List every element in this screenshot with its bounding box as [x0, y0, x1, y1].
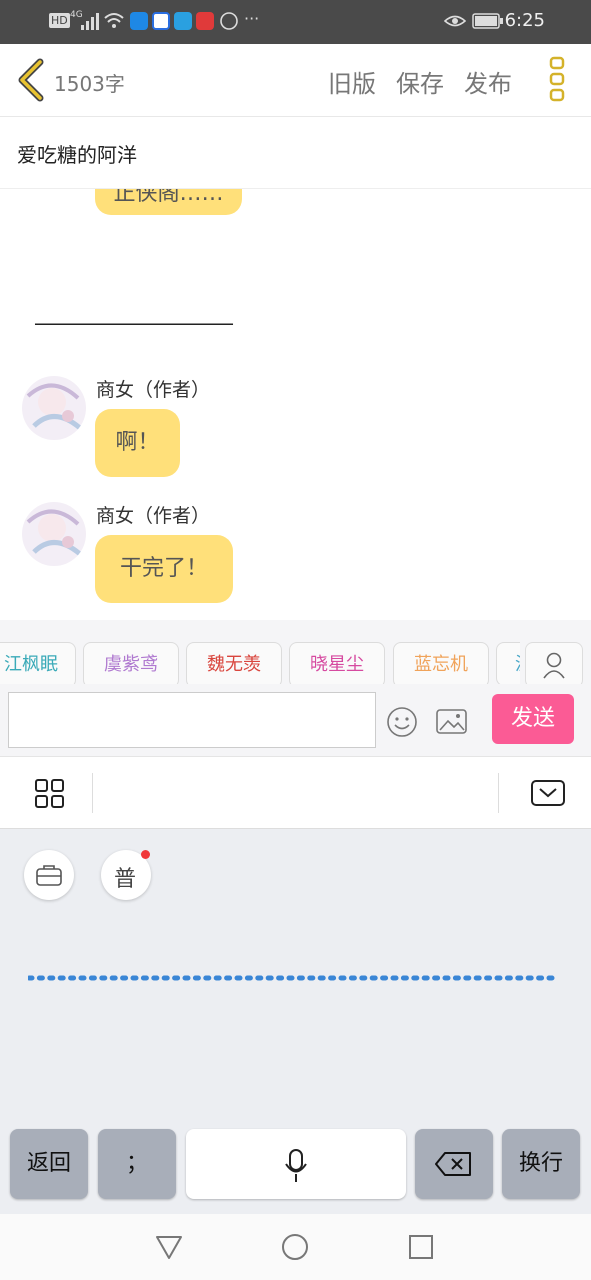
message-text: 正侠阁……	[113, 189, 224, 206]
app-c-icon	[196, 12, 214, 30]
character-chip[interactable]: 魏无羡	[186, 642, 282, 684]
chat-area[interactable]: 正侠阁…… ——————————— 商女（作者） 啊！ 商女（作者） 干完了！	[0, 189, 591, 620]
speaker-name: 商女（作者）	[96, 379, 211, 401]
emoji-icon[interactable]	[386, 706, 418, 738]
character-name: 虞紫鸢	[104, 654, 158, 675]
character-chip[interactable]: 晓星尘	[289, 642, 385, 684]
backspace-icon	[435, 1152, 471, 1176]
author-avatar[interactable]	[22, 502, 86, 566]
composer-row: 发送	[0, 684, 591, 757]
nav-recents-icon[interactable]	[408, 1234, 434, 1260]
message-text: 啊！	[115, 430, 160, 455]
character-manage-button[interactable]	[525, 642, 583, 688]
message-bubble[interactable]: 啊！	[95, 409, 180, 477]
character-chip-bar: 江枫眠 虞紫鸢 魏无羡 晓星尘 蓝忘机 温	[0, 620, 591, 684]
more-menu-icon[interactable]	[548, 56, 568, 104]
nav-back-icon[interactable]	[155, 1234, 183, 1260]
grid-menu-icon[interactable]	[34, 778, 66, 810]
speaker-name: 商女（作者）	[96, 505, 211, 527]
separator-line: ———————————	[34, 311, 234, 335]
delete-key[interactable]	[415, 1129, 493, 1199]
message-bubble[interactable]: 干完了！	[95, 535, 233, 603]
editor-header: 1503字 旧版 保存 发布	[0, 44, 591, 117]
story-title[interactable]: 爱吃糖的阿洋	[17, 139, 137, 168]
voice-waveform	[28, 975, 558, 981]
character-chip[interactable]: 江枫眠	[0, 642, 76, 684]
newline-key[interactable]: 换行	[502, 1129, 580, 1199]
microphone-icon	[285, 1149, 307, 1182]
character-chip-scroller[interactable]: 江枫眠 虞紫鸢 魏无羡 晓星尘 蓝忘机 温	[0, 620, 520, 684]
baidu-icon	[152, 12, 170, 30]
notification-dot	[141, 850, 150, 859]
character-name: 魏无羡	[207, 654, 261, 675]
divider	[92, 773, 93, 813]
briefcase-icon	[36, 865, 62, 886]
message-bubble[interactable]: 正侠阁……	[95, 189, 242, 215]
browser-icon	[174, 12, 192, 30]
save-button[interactable]: 保存	[396, 64, 444, 99]
character-name: 蓝忘机	[414, 654, 468, 675]
signal-icon	[81, 13, 99, 30]
voice-keyboard: 普 返回 ； 换行	[0, 829, 591, 1214]
nav-home-icon[interactable]	[281, 1233, 309, 1261]
back-chevron-icon[interactable]	[14, 58, 46, 102]
hand-icon	[220, 12, 238, 30]
character-name: 晓星尘	[310, 654, 364, 675]
status-bar: HD 4G ··· 6:25	[0, 0, 591, 44]
semicolon-key[interactable]: ；	[98, 1129, 176, 1199]
divider	[498, 773, 499, 813]
keyboard-toolbar	[0, 757, 591, 829]
toolbox-button[interactable]	[24, 850, 74, 900]
app-notification-icon	[130, 12, 148, 30]
clock: 6:25	[504, 10, 545, 31]
back-key[interactable]: 返回	[10, 1129, 88, 1199]
system-nav-bar	[0, 1214, 591, 1280]
wifi-icon	[104, 13, 124, 28]
character-chip[interactable]: 蓝忘机	[393, 642, 489, 684]
avatar-illustration	[22, 376, 86, 440]
word-count: 1503字	[54, 72, 125, 96]
story-title-row[interactable]: 爱吃糖的阿洋	[0, 117, 591, 189]
message-text: 干完了！	[119, 556, 208, 581]
voice-input-key[interactable]	[186, 1129, 406, 1199]
battery-icon	[472, 13, 503, 29]
send-button[interactable]: 发送	[492, 694, 574, 744]
publish-button[interactable]: 发布	[464, 64, 512, 99]
old-version-button[interactable]: 旧版	[328, 64, 376, 99]
hide-keyboard-icon[interactable]	[530, 779, 566, 807]
character-chip[interactable]: 虞紫鸢	[83, 642, 179, 684]
message-input[interactable]	[8, 692, 376, 748]
character-chip[interactable]: 温	[496, 642, 520, 684]
character-name: 江枫眠	[4, 654, 58, 675]
author-avatar[interactable]	[22, 376, 86, 440]
eye-comfort-icon	[444, 15, 466, 27]
mode-label: 普	[114, 867, 137, 892]
hd-indicator: HD	[49, 13, 70, 28]
more-notifications-icon: ···	[244, 9, 260, 28]
character-name: 温	[515, 654, 520, 675]
image-icon[interactable]	[435, 707, 469, 737]
person-icon	[543, 652, 565, 679]
avatar-illustration	[22, 502, 86, 566]
